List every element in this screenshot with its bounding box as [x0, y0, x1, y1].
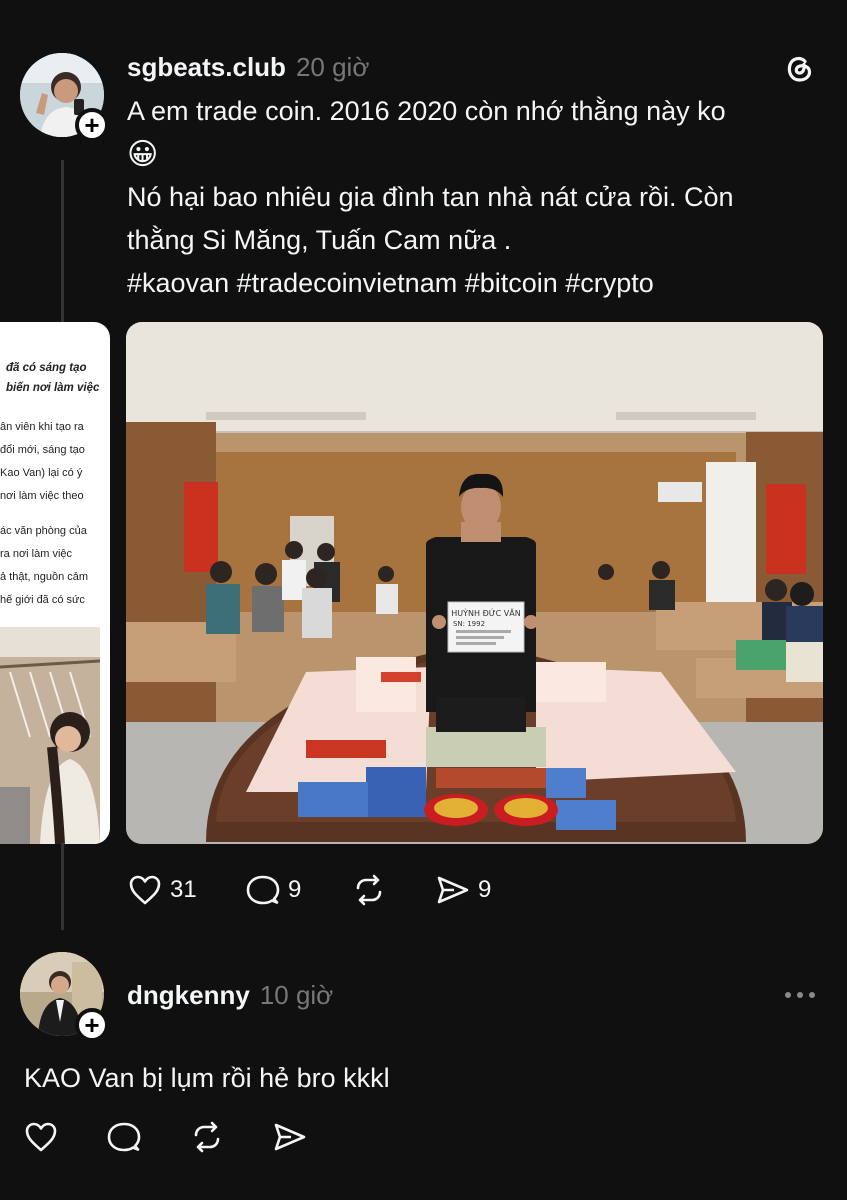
reply-repost-button[interactable]: [190, 1121, 224, 1153]
post-text-line: Nó hại bao nhiêu gia đình tan nhà nát cử…: [127, 182, 734, 212]
article-line: ân viên khi tạo ra: [0, 421, 84, 433]
post-emoji: 😀: [127, 138, 159, 171]
more-dots-icon[interactable]: [784, 988, 816, 1006]
reply-header: dngkenny 10 giờ: [127, 978, 333, 1012]
follow-plus-icon[interactable]: +: [75, 108, 109, 142]
reply-timestamp: 10 giờ: [259, 979, 334, 1010]
like-button[interactable]: 31: [128, 874, 197, 906]
like-count: 31: [170, 876, 197, 903]
share-count: 9: [478, 876, 492, 903]
post-image-arrest-photo[interactable]: HUỲNH ĐỨC VĂN SN: 1992: [126, 322, 823, 844]
comment-count: 9: [288, 876, 302, 903]
reply-comment-button[interactable]: [107, 1121, 141, 1153]
article-photo: [0, 627, 101, 844]
article-heading-line: đã có sáng tạo: [6, 362, 87, 374]
post-image-article[interactable]: đã có sáng tạo biến nơi làm việc ân viên…: [0, 322, 110, 844]
threads-logo-icon[interactable]: [783, 52, 815, 89]
post-text: A em trade coin. 2016 2020 còn nhớ thằng…: [127, 90, 827, 305]
article-line: nơi làm việc theo: [0, 490, 84, 502]
article-line: đổi mới, sáng tạo: [0, 444, 85, 456]
article-heading-line: biến nơi làm việc: [6, 382, 100, 394]
photo-sign-line2: SN: 1992: [453, 620, 485, 628]
share-button[interactable]: 9: [436, 874, 491, 906]
photo-sign-line1: HUỲNH ĐỨC VĂN: [451, 607, 520, 618]
reply-text: KAO Van bị lụm rồi hẻ bro kkkl: [24, 1063, 390, 1093]
article-line: Kao Van) lại có ý: [0, 467, 83, 479]
repost-button[interactable]: [352, 874, 386, 906]
comment-button[interactable]: 9: [246, 874, 301, 906]
reply-like-button[interactable]: [24, 1121, 58, 1153]
post-timestamp: 20 giờ: [295, 51, 370, 82]
reply-username[interactable]: dngkenny: [127, 980, 250, 1011]
article-line: hế giới đã có sức: [0, 594, 85, 606]
post-hashtags[interactable]: #kaovan #tradecoinvietnam #bitcoin #cryp…: [127, 262, 827, 305]
article-line: ả thật, nguồn cảm: [0, 571, 89, 583]
post-text-line: thằng Si Măng, Tuấn Cam nữa .: [127, 225, 512, 255]
post-username[interactable]: sgbeats.club: [127, 52, 286, 83]
reply-share-button[interactable]: [273, 1121, 307, 1153]
article-line: ác văn phòng của: [0, 525, 87, 537]
follow-plus-icon[interactable]: +: [75, 1008, 109, 1042]
article-line: ra nơi làm việc: [0, 548, 73, 560]
post-header: sgbeats.club 20 giờ: [127, 50, 369, 84]
post-text-line: A em trade coin. 2016 2020 còn nhớ thằng…: [127, 96, 726, 126]
